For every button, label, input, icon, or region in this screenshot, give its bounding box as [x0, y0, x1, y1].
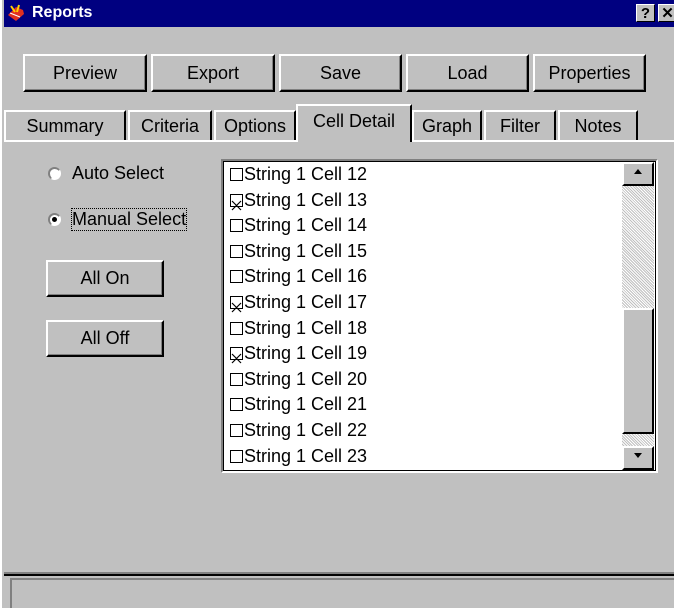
radio-unselected-icon: [48, 167, 61, 180]
vertical-scrollbar[interactable]: [622, 162, 654, 470]
cell-list-content: String 1 Cell 24String 1 Cell 23String 1…: [223, 161, 656, 471]
all-on-button[interactable]: All On: [46, 260, 164, 297]
tab-criteria[interactable]: Criteria: [128, 110, 212, 140]
checkbox-unchecked-icon[interactable]: [230, 270, 243, 284]
checkbox-unchecked-icon[interactable]: [230, 321, 243, 335]
list-item-label: String 1 Cell 13: [244, 189, 368, 210]
title-bar[interactable]: Reports ? ✕: [4, 0, 674, 27]
checkbox-unchecked-icon[interactable]: [230, 219, 243, 233]
list-item-label: String 1 Cell 19: [244, 343, 368, 364]
checkbox-unchecked-icon[interactable]: [230, 244, 243, 258]
checkbox-checked-icon[interactable]: [230, 347, 243, 364]
tab-cell-detail[interactable]: Cell Detail: [296, 104, 412, 142]
window-title: Reports: [32, 4, 93, 21]
properties-button[interactable]: Properties: [533, 54, 646, 92]
scroll-down-button[interactable]: [622, 446, 654, 470]
list-item-label: String 1 Cell 12: [244, 164, 368, 184]
reports-window: Reports ? ✕ Preview Export Save Load Pro…: [0, 0, 674, 608]
all-off-button[interactable]: All Off: [46, 320, 164, 357]
list-item-label: String 1 Cell 21: [244, 394, 368, 415]
checkbox-unchecked-icon[interactable]: [230, 398, 243, 412]
list-item-label: String 1 Cell 23: [244, 445, 368, 466]
tab-graph[interactable]: Graph: [412, 110, 482, 140]
preview-button[interactable]: Preview: [23, 54, 147, 92]
scroll-thumb[interactable]: [622, 308, 654, 434]
list-item-label: String 1 Cell 14: [244, 215, 368, 236]
list-item-label: String 1 Cell 20: [244, 368, 368, 389]
help-button[interactable]: ?: [636, 4, 655, 22]
scroll-up-button[interactable]: [622, 162, 654, 186]
checkbox-unchecked-icon[interactable]: [230, 449, 243, 463]
checkbox-unchecked-icon[interactable]: [230, 372, 243, 386]
checkbox-unchecked-icon[interactable]: [230, 424, 243, 437]
separator: [4, 574, 674, 576]
tab-options[interactable]: Options: [214, 110, 296, 140]
radio-selected-icon: [48, 213, 61, 226]
close-button[interactable]: ✕: [658, 4, 674, 22]
report-app-icon: [8, 4, 24, 21]
status-bar: [10, 578, 674, 608]
list-item-label: String 1 Cell 18: [244, 317, 368, 338]
cell-list[interactable]: String 1 Cell 24String 1 Cell 23String 1…: [221, 159, 658, 473]
list-item-label: String 1 Cell 22: [244, 420, 368, 440]
checkbox-checked-icon[interactable]: [230, 296, 243, 313]
arrow-down-icon: [634, 453, 642, 458]
checkbox-checked-icon[interactable]: [230, 193, 243, 211]
tab-filter[interactable]: Filter: [484, 110, 556, 140]
export-button[interactable]: Export: [151, 54, 275, 92]
arrow-up-icon: [634, 169, 642, 174]
save-button[interactable]: Save: [279, 54, 402, 92]
list-item-label: String 1 Cell 15: [244, 240, 368, 261]
checkbox-unchecked-icon[interactable]: [230, 168, 243, 181]
list-item-label: String 1 Cell 17: [244, 292, 368, 312]
tab-notes[interactable]: Notes: [558, 110, 638, 140]
list-item-label: String 1 Cell 16: [244, 266, 368, 287]
auto-select-label: Auto Select: [72, 163, 165, 183]
load-button[interactable]: Load: [406, 54, 529, 92]
manual-select-label: Manual Select: [70, 208, 188, 231]
tab-summary[interactable]: Summary: [4, 110, 126, 140]
